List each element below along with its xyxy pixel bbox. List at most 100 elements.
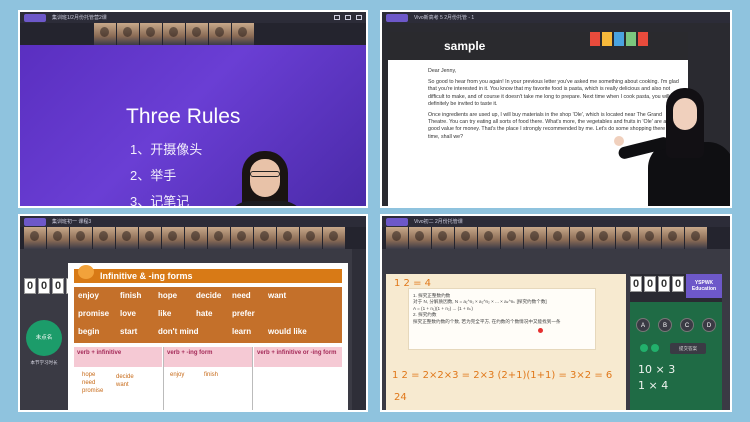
- student-camera[interactable]: [547, 227, 569, 249]
- student-camera[interactable]: [524, 227, 546, 249]
- chalk-line: 10 × 3: [638, 363, 676, 376]
- student-camera-strip: [382, 227, 730, 249]
- column-divider: [163, 347, 164, 410]
- app-logo: [24, 217, 46, 226]
- problem-card: 1. 探究正整数约数 对于 N, 分解质因数, N = a₁^n₁ × a₂^n…: [408, 288, 596, 350]
- student-camera[interactable]: [386, 227, 408, 249]
- student-camera[interactable]: [662, 227, 684, 249]
- slide-title: Three Rules: [126, 105, 241, 128]
- brand-badge: YSPWK Education: [686, 274, 722, 298]
- app-logo: [386, 13, 408, 22]
- option-c-button[interactable]: C: [680, 318, 694, 332]
- student-camera[interactable]: [277, 227, 299, 249]
- option-d-button[interactable]: D: [702, 318, 716, 332]
- verb-word: hate: [196, 309, 213, 318]
- brand-sub: Education: [691, 286, 717, 292]
- student-camera[interactable]: [140, 23, 162, 45]
- student-camera[interactable]: [116, 227, 138, 249]
- window-titlebar: Vivo新高考 5 2月份托管 - 1: [382, 12, 730, 23]
- chalk-line: 1 × 4: [638, 379, 669, 392]
- confirm-icon[interactable]: [640, 344, 648, 352]
- maximize-icon[interactable]: [345, 15, 351, 20]
- close-icon[interactable]: [356, 15, 362, 20]
- student-camera[interactable]: [47, 227, 69, 249]
- option-b-button[interactable]: B: [658, 318, 672, 332]
- teacher-video: [614, 82, 730, 206]
- student-camera[interactable]: [501, 227, 523, 249]
- roll-call-button[interactable]: 未点名: [26, 320, 62, 356]
- minimize-icon[interactable]: [334, 15, 340, 20]
- student-camera[interactable]: [616, 227, 638, 249]
- student-camera[interactable]: [117, 23, 139, 45]
- window-titlebar: 集训班1/2月份托管营2课: [20, 12, 366, 23]
- timer-digit: 0: [24, 278, 36, 294]
- verb-word: hope: [158, 291, 178, 300]
- window-title: 集训班初一 课程3: [52, 219, 92, 225]
- study-duration-label: 本节学习时长: [30, 360, 58, 365]
- timer-digit: 0: [630, 276, 642, 292]
- student-camera[interactable]: [163, 23, 185, 45]
- timer-digit: 0: [52, 278, 64, 294]
- student-camera[interactable]: [323, 227, 345, 249]
- rule-item: 3、记笔记: [130, 194, 190, 208]
- verb-word: like: [158, 309, 172, 318]
- column-header: verb + infinitive: [74, 347, 162, 367]
- verb-word: would like: [268, 327, 307, 336]
- student-camera[interactable]: [185, 227, 207, 249]
- student-camera[interactable]: [209, 23, 231, 45]
- verb-word: promise: [78, 309, 110, 318]
- example-word: want: [116, 382, 129, 388]
- student-camera[interactable]: [300, 227, 322, 249]
- window-title: Vivo新高考 5 2月份托管 - 1: [414, 15, 475, 21]
- student-camera[interactable]: [639, 227, 661, 249]
- video-panel-rules: 集训班1/2月份托管营2课 Three Rules 1、开摄像头 2、举手 3、…: [18, 10, 368, 208]
- verb-word: need: [232, 291, 251, 300]
- option-a-button[interactable]: A: [636, 318, 650, 332]
- answer-options: A B C D: [630, 318, 716, 332]
- student-camera[interactable]: [139, 227, 161, 249]
- example-word: need: [82, 380, 96, 386]
- lesson-title: Infinitive & -ing forms: [74, 269, 342, 283]
- video-panel-math: Vivo初二 2月份托管课 1 2 = 4 1. 探究正整数约数 对于 N, 分…: [380, 214, 732, 412]
- whiteboard[interactable]: 1 2 = 4 1. 探究正整数约数 对于 N, 分解质因数, N = a₁^n…: [386, 274, 626, 410]
- student-camera[interactable]: [231, 227, 253, 249]
- card-line: 探究正整数约数的个数, 若为完全平方, 在约数的个数情况中又能找到一条: [413, 318, 561, 324]
- window-controls: [334, 15, 362, 20]
- submit-answer-button[interactable]: 提交答案: [670, 343, 706, 354]
- student-camera[interactable]: [93, 227, 115, 249]
- answer-controls: [640, 344, 659, 352]
- verb-word: want: [268, 291, 287, 300]
- student-camera[interactable]: [186, 23, 208, 45]
- app-logo: [386, 217, 408, 226]
- example-list: decide want: [116, 373, 134, 389]
- student-camera[interactable]: [478, 227, 500, 249]
- timer-digit: 0: [38, 278, 50, 294]
- student-camera[interactable]: [570, 227, 592, 249]
- student-camera[interactable]: [208, 227, 230, 249]
- student-camera[interactable]: [432, 227, 454, 249]
- teacher-video: [220, 137, 310, 206]
- window-titlebar: 集训班初一 课程3: [20, 216, 366, 227]
- student-camera[interactable]: [162, 227, 184, 249]
- whiteboard-toolbar[interactable]: [352, 249, 366, 410]
- student-camera[interactable]: [455, 227, 477, 249]
- timer-digit: 0: [672, 276, 684, 292]
- student-camera[interactable]: [685, 227, 707, 249]
- reset-icon[interactable]: [651, 344, 659, 352]
- verb-word: prefer: [232, 309, 255, 318]
- student-camera[interactable]: [94, 23, 116, 45]
- timer-digit: 0: [658, 276, 670, 292]
- student-camera[interactable]: [24, 227, 46, 249]
- verb-list-box: enjoy finish hope decide need want promi…: [74, 287, 342, 343]
- student-camera[interactable]: [232, 23, 254, 45]
- timer-digit: 0: [644, 276, 656, 292]
- speech-bubble-icon: [78, 265, 94, 279]
- student-camera[interactable]: [409, 227, 431, 249]
- student-camera-strip: [20, 23, 366, 45]
- student-camera[interactable]: [70, 227, 92, 249]
- verb-word: don't mind: [158, 327, 199, 336]
- verb-word: begin: [78, 327, 100, 336]
- verb-word: enjoy: [78, 291, 99, 300]
- student-camera[interactable]: [593, 227, 615, 249]
- student-camera[interactable]: [254, 227, 276, 249]
